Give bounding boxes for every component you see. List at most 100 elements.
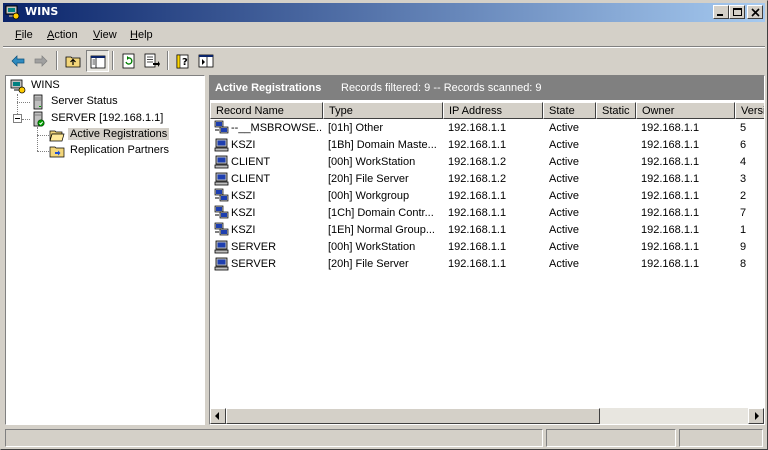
column-header-ip-address[interactable]: IP Address (443, 102, 543, 119)
cell-type: [00h] Workgroup (328, 190, 410, 202)
computer-icon (214, 155, 229, 169)
horizontal-scrollbar[interactable] (210, 408, 764, 424)
toolbar-separator (112, 51, 114, 70)
maximize-icon (733, 8, 742, 16)
column-header-owner[interactable]: Owner (636, 102, 735, 119)
cell-type: [00h] WorkStation (328, 156, 416, 168)
cell-version: 3 (740, 173, 747, 185)
cell-type: [01h] Other (328, 122, 384, 134)
console-tree: WINS Server Status SERVER [192.168.1.1] … (5, 75, 205, 425)
cell-ip-address: 192.168.1.1 (448, 139, 507, 151)
record-row[interactable]: KSZI [1Ch] Domain Contr... 192.168.1.1 Acti… (210, 205, 764, 222)
group-icon (214, 222, 229, 236)
cell-record-name: KSZI (231, 139, 256, 151)
cell-owner: 192.168.1.1 (641, 224, 700, 236)
window-title: WINS (25, 5, 59, 18)
cell-owner: 192.168.1.1 (641, 122, 700, 134)
cell-version: 7 (740, 207, 747, 219)
group-icon (214, 205, 229, 219)
tree-line (22, 119, 30, 120)
refresh-icon (122, 53, 135, 69)
cell-record-name: CLIENT (231, 156, 271, 168)
toolbar-separator (56, 51, 58, 70)
up-one-level-button[interactable] (62, 50, 85, 72)
record-row[interactable]: --__MSBROWSE... [01h] Other 192.168.1.1 Act… (210, 120, 764, 137)
cell-state: Active (549, 139, 579, 151)
show-hide-console-tree-button[interactable] (86, 50, 109, 72)
help-button[interactable]: ? (172, 50, 195, 72)
record-row[interactable]: SERVER [20h] File Server 192.168.1.1 Active… (210, 256, 764, 273)
cell-version: 9 (740, 241, 747, 253)
results-title: Active Registrations (215, 82, 322, 94)
column-header-state[interactable]: State (543, 102, 596, 119)
records-info: Records filtered: 9 -- Records scanned: … (341, 82, 542, 94)
cell-record-name: KSZI (231, 224, 256, 236)
cell-record-name: --__MSBROWSE... (231, 122, 323, 134)
scrollbar-thumb[interactable] (226, 408, 600, 424)
tree-node-wins[interactable]: WINS (10, 78, 160, 94)
record-row[interactable]: SERVER [00h] WorkStation 192.168.1.1 Active… (210, 239, 764, 256)
group-icon (214, 188, 229, 202)
record-row[interactable]: KSZI [1Eh] Normal Group... 192.168.1.1 Acti… (210, 222, 764, 239)
menu-help[interactable]: Help (130, 29, 153, 41)
export-list-button[interactable] (141, 50, 164, 72)
cell-state: Active (549, 207, 579, 219)
show-hide-action-pane-button[interactable] (195, 50, 218, 72)
scroll-right-arrow-icon (755, 412, 759, 420)
tree-label-server-status: Server Status (51, 95, 118, 107)
tree-label-replication-partners: Replication Partners (70, 144, 170, 156)
menu-bar: File Action View Help (3, 25, 765, 45)
record-row[interactable]: CLIENT [00h] WorkStation 192.168.1.2 Active… (210, 154, 764, 171)
computer-icon (214, 240, 229, 254)
status-panel-main (5, 429, 543, 447)
tree-collapse-toggle[interactable] (13, 114, 22, 123)
cell-owner: 192.168.1.1 (641, 156, 700, 168)
cell-state: Active (549, 241, 579, 253)
forward-arrow-icon (34, 55, 48, 67)
column-header-version[interactable]: Versi (735, 102, 764, 119)
cell-ip-address: 192.168.1.1 (448, 258, 507, 270)
back-button[interactable] (7, 50, 30, 72)
scroll-right-button[interactable] (748, 408, 764, 424)
refresh-button[interactable] (118, 50, 141, 72)
cell-owner: 192.168.1.1 (641, 139, 700, 151)
close-icon (751, 8, 760, 17)
menu-view[interactable]: View (93, 29, 117, 41)
scroll-left-button[interactable] (210, 408, 226, 424)
minimize-button[interactable] (713, 5, 729, 19)
cell-version: 2 (740, 190, 747, 202)
wins-app-icon[interactable] (5, 5, 20, 20)
forward-button[interactable] (30, 50, 53, 72)
cell-record-name: CLIENT (231, 173, 271, 185)
tree-line (37, 151, 49, 152)
computer-icon (214, 257, 229, 271)
tree-node-replication-partners[interactable]: Replication Partners (49, 143, 199, 159)
menu-action[interactable]: Action (47, 29, 78, 41)
close-button[interactable] (747, 5, 763, 19)
cell-state: Active (549, 173, 579, 185)
cell-owner: 192.168.1.1 (641, 173, 700, 185)
maximize-button[interactable] (729, 5, 745, 19)
cell-record-name: SERVER (231, 241, 277, 253)
column-header-type[interactable]: Type (323, 102, 443, 119)
tree-node-server-status[interactable]: Server Status (30, 94, 180, 110)
results-pane: Active Registrations Records filtered: 9… (209, 75, 765, 425)
tree-line (37, 127, 38, 151)
menu-file[interactable]: File (15, 29, 33, 41)
record-row[interactable]: KSZI [00h] Workgroup 192.168.1.1 Active 192.… (210, 188, 764, 205)
cell-owner: 192.168.1.1 (641, 207, 700, 219)
cell-ip-address: 192.168.1.1 (448, 122, 507, 134)
record-row[interactable]: KSZI [1Bh] Domain Maste... 192.168.1.1 Acti… (210, 137, 764, 154)
back-arrow-icon (11, 55, 25, 67)
cell-type: [20h] File Server (328, 173, 409, 185)
cell-owner: 192.168.1.1 (641, 241, 700, 253)
tree-node-active-registrations[interactable]: Active Registrations (49, 127, 199, 143)
cell-record-name: KSZI (231, 207, 256, 219)
cell-type: [1Bh] Domain Maste... (328, 139, 437, 151)
cell-version: 6 (740, 139, 747, 151)
column-header-static[interactable]: Static (596, 102, 636, 119)
title-bar[interactable]: WINS (3, 3, 765, 22)
tree-node-server[interactable]: SERVER [192.168.1.1] (30, 111, 180, 127)
record-row[interactable]: CLIENT [20h] File Server 192.168.1.2 Active… (210, 171, 764, 188)
column-header-record-name[interactable]: Record Name (210, 102, 323, 119)
